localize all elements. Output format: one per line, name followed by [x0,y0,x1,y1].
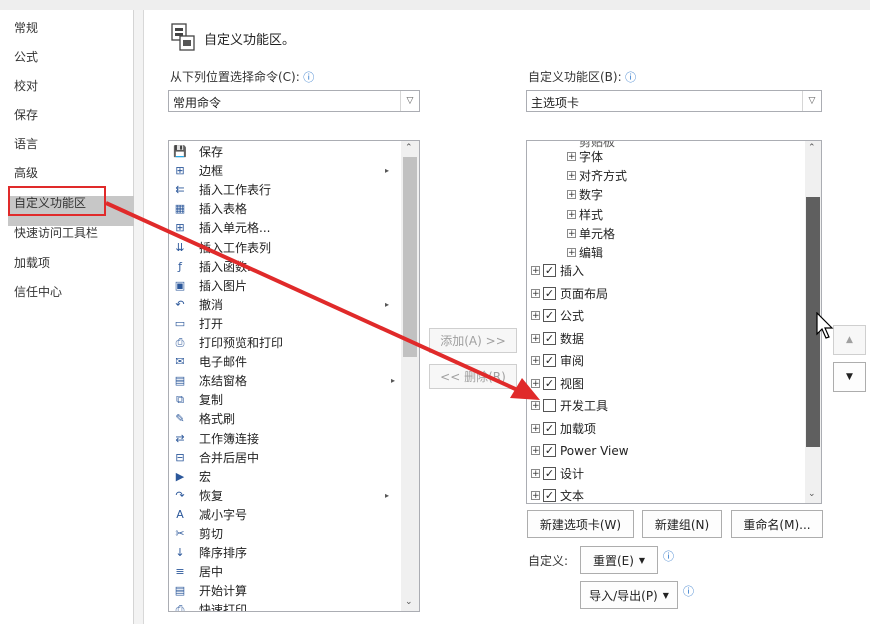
nav-item[interactable]: 常规 [14,19,38,36]
nav-item[interactable]: 语言 [14,135,38,152]
nav-item[interactable]: 公式 [14,48,38,65]
nav-item[interactable]: 信任中心 [14,283,62,300]
annotation-arrow [105,201,540,400]
nav-item[interactable]: 自定义功能区 [14,194,86,211]
nav-item[interactable]: 高级 [14,164,38,181]
nav-item[interactable]: 校对 [14,77,38,94]
nav-item[interactable]: 保存 [14,106,38,123]
nav-item[interactable]: 快速访问工具栏 [14,224,98,241]
nav-item[interactable]: 加载项 [14,254,50,271]
